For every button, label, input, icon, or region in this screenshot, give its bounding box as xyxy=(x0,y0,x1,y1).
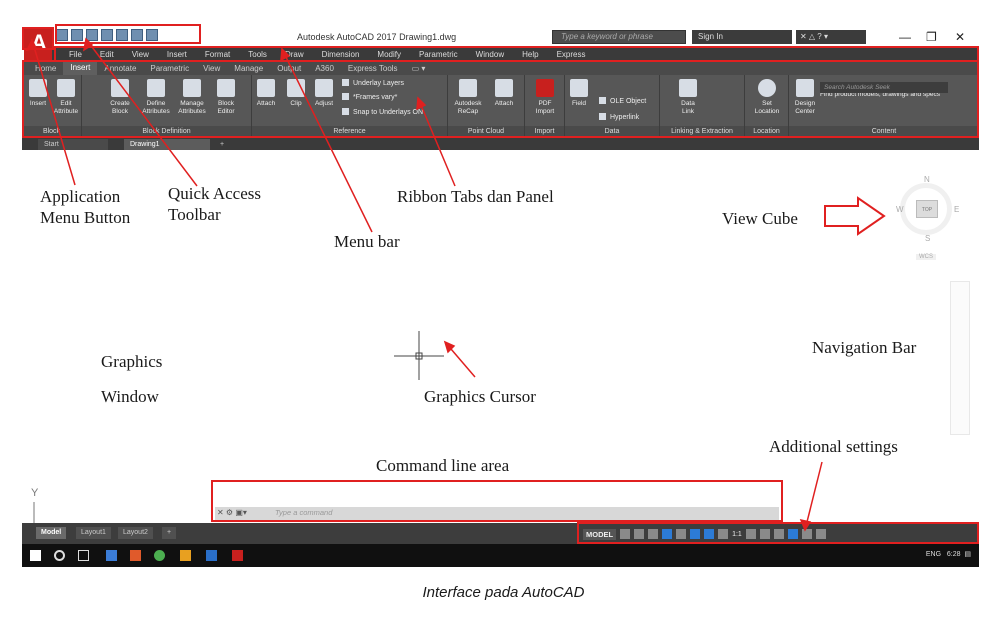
navigation-bar[interactable] xyxy=(950,281,970,435)
label-navigation-bar: Navigation Bar xyxy=(812,338,917,357)
status-bar-highlight xyxy=(577,522,979,544)
ucs-icon xyxy=(33,502,35,523)
label-menu-bar: Menu bar xyxy=(334,232,400,251)
app-menu-highlight xyxy=(22,27,54,50)
windows-start-icon[interactable] xyxy=(30,550,41,561)
app-icon[interactable] xyxy=(130,550,141,561)
minimize-icon[interactable]: — xyxy=(899,30,911,44)
view-cube-top-face[interactable]: TOP xyxy=(916,200,938,218)
wcs-menu[interactable]: WCS xyxy=(916,254,936,260)
tab-start[interactable]: Start xyxy=(38,139,108,150)
tab-drawing1[interactable]: Drawing1 xyxy=(124,139,210,150)
office-icon[interactable] xyxy=(180,550,191,561)
autocad-taskbar-icon[interactable] xyxy=(232,550,243,561)
keyword-search-input[interactable]: Type a keyword or phrase xyxy=(552,30,686,44)
compass-south[interactable]: S xyxy=(925,234,930,243)
label-command-line-area: Command line area xyxy=(376,456,510,475)
label-window: Window xyxy=(101,387,159,406)
windows-taskbar: ENG 6:28 ▤ xyxy=(22,544,979,567)
label-graphics: Graphics xyxy=(101,352,163,371)
outlook-icon[interactable] xyxy=(206,550,217,561)
label-graphics-cursor: Graphics Cursor xyxy=(424,387,536,406)
tab-model[interactable]: Model xyxy=(36,527,67,539)
restore-icon[interactable]: ❐ xyxy=(926,30,937,44)
chrome-icon[interactable] xyxy=(154,550,165,561)
sign-in-button[interactable]: Sign In xyxy=(692,30,792,44)
label-quick-access-toolbar: Quick Access Toolbar xyxy=(168,184,262,224)
file-tabs: Start Drawing1 + xyxy=(22,137,979,150)
compass-north[interactable]: N xyxy=(924,175,930,184)
autocad-screenshot: Autodesk AutoCAD 2017 Drawing1.dwg Type … xyxy=(22,24,979,567)
help-icons[interactable]: ✕ △ ? ▾ xyxy=(796,30,866,44)
close-icon[interactable]: ✕ xyxy=(955,30,965,44)
ribbon-highlight xyxy=(22,60,979,138)
tab-layout2[interactable]: Layout2 xyxy=(118,527,153,539)
label-application-menu-button: Application Menu Button xyxy=(40,187,131,227)
explorer-icon[interactable] xyxy=(106,550,117,561)
figure-caption: Interface pada AutoCAD xyxy=(422,584,585,601)
search-icon[interactable] xyxy=(54,550,65,561)
language-indicator[interactable]: ENG xyxy=(926,551,941,558)
system-tray: ENG 6:28 ▤ xyxy=(925,551,971,558)
label-additional-settings: Additional settings xyxy=(769,437,898,456)
task-view-icon[interactable] xyxy=(78,550,89,561)
compass-east[interactable]: E xyxy=(954,205,959,214)
new-tab-button[interactable]: + xyxy=(214,139,228,150)
window-title: Autodesk AutoCAD 2017 Drawing1.dwg xyxy=(297,32,457,42)
add-layout-button[interactable]: + xyxy=(162,527,177,539)
clock[interactable]: 6:28 xyxy=(947,551,961,558)
label-ribbon-tabs-panel: Ribbon Tabs dan Panel xyxy=(397,187,554,206)
qat-highlight xyxy=(55,24,201,44)
ucs-y-label: Y xyxy=(31,487,39,499)
command-line-highlight xyxy=(211,480,783,522)
view-cube[interactable]: N W E S TOP WCS xyxy=(896,175,962,266)
crosshair-cursor-icon xyxy=(394,331,444,380)
compass-west[interactable]: W xyxy=(896,205,904,214)
tab-layout1[interactable]: Layout1 xyxy=(76,527,111,539)
label-view-cube: View Cube xyxy=(722,209,798,228)
